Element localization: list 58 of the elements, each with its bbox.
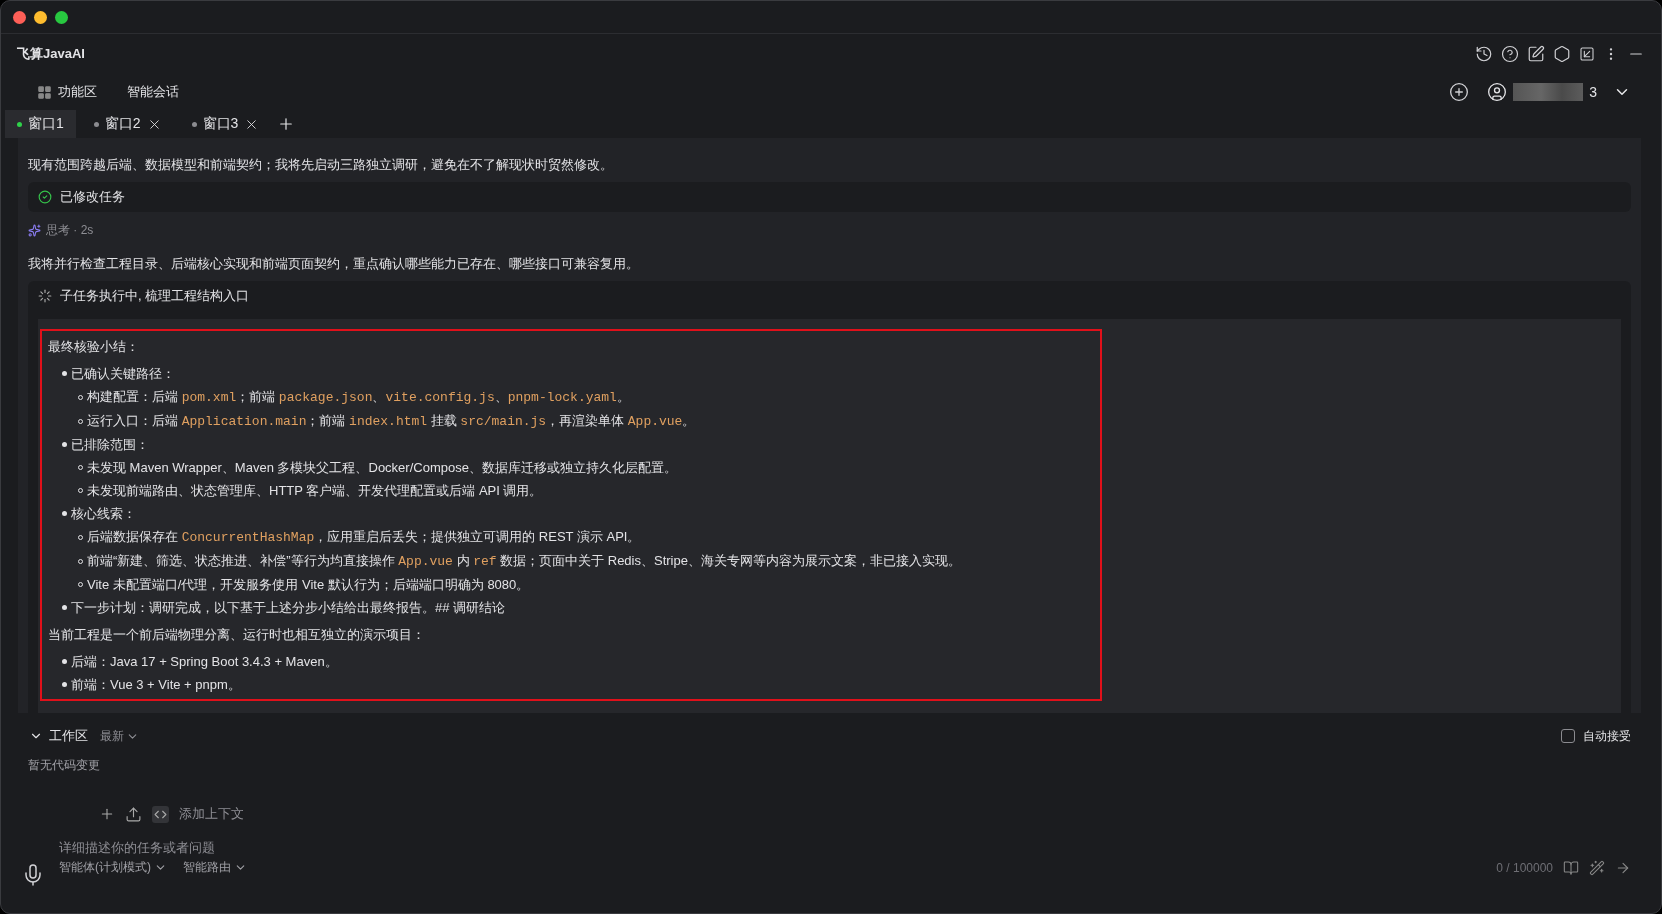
code-icon[interactable] <box>152 805 169 823</box>
history-icon[interactable] <box>1475 45 1493 63</box>
upload-icon[interactable] <box>125 805 142 823</box>
list-text: 运行入口：后端 Application.main；前端 index.html 挂载 src/main.js，再渲染单体 App.vue。 <box>87 412 696 431</box>
settings-icon[interactable] <box>1553 45 1571 63</box>
help-icon[interactable] <box>1501 45 1519 63</box>
message-text: 我将并行检查工程目录、后端核心实现和前端页面契约，重点确认哪些能力已存在、哪些接口可兼容复用。 <box>28 255 640 273</box>
subtask-title: 子任务执行中, 梳理工程结构入口 <box>60 287 250 305</box>
zoom-button[interactable] <box>55 10 68 24</box>
list-text: 核心线索： <box>71 505 136 523</box>
list-text: 未发现前端路由、状态管理库、HTTP 客户端、开发代理配置或后端 API 调用。 <box>87 482 543 500</box>
route-select[interactable]: 智能路由 <box>183 859 247 876</box>
sparkle-icon <box>28 224 41 237</box>
edit-icon[interactable] <box>1527 45 1545 63</box>
bullet-icon <box>62 659 67 664</box>
report-heading: 最终核验小结： <box>48 338 140 356</box>
workspace-toggle[interactable]: 工作区 最新 <box>29 727 139 745</box>
list-text: 前端：Vue 3 + Vite + pnpm。 <box>71 676 241 694</box>
minimize-button[interactable] <box>34 10 47 24</box>
app-title: 飞算JavaAI <box>17 45 85 63</box>
list-text: 下一步计划：调研完成，以下基于上述分步小结给出最终报告。## 调研结论 <box>71 599 506 617</box>
bullet-icon <box>62 371 67 376</box>
window-tab[interactable]: 窗口3 <box>179 110 272 138</box>
window-tab[interactable]: 窗口2 <box>81 110 174 138</box>
bullet-icon <box>62 682 67 687</box>
list-text: 后端：Java 17 + Spring Boot 3.4.3 + Maven。 <box>71 653 338 671</box>
context-label[interactable]: 添加上下文 <box>179 805 244 823</box>
window-tab[interactable]: 窗口1 <box>5 110 76 138</box>
list-text: 未发现 Maven Wrapper、Maven 多模块父工程、Docker/Compose、数据库迁移或独立持久化层配置。 <box>87 459 677 477</box>
list-text: 后端数据保存在 ConcurrentHashMap，应用重启后丢失；提供独立可调用的 REST 演示 API。 <box>87 528 641 547</box>
nav-item[interactable]: 功能区 <box>37 83 97 101</box>
empty-message: 暂无代码变更 <box>27 757 101 774</box>
mode-select[interactable]: 智能体(计划模式) <box>59 859 167 876</box>
collapse-icon[interactable] <box>1579 46 1595 62</box>
list-text: 构建配置：后端 pom.xml；前端 package.json、vite.config.js、pnpm-lock.yaml。 <box>87 388 630 407</box>
report-paragraph: 当前工程是一个前后端物理分离、运行时也相互独立的演示项目： <box>48 626 426 644</box>
bullet-icon <box>62 442 67 447</box>
thinking-label: 思考 · 2s <box>46 222 94 239</box>
add-icon[interactable] <box>1449 82 1470 102</box>
list-text: 前端“新建、筛选、状态推进、补偿”等行为均直接操作 App.vue 内 ref 数据；页面中关于 Redis、Stripe、海关专网等内容为展示文案，非已接入实现。 <box>87 552 961 571</box>
close-button[interactable] <box>13 10 26 24</box>
checkbox-label: 自动接受 <box>1583 727 1631 745</box>
nav-item[interactable]: 智能会话 <box>127 83 179 101</box>
list-text: 已确认关键路径： <box>71 365 175 383</box>
prompt-field[interactable]: 详细描述你的任务或者问题 <box>59 836 1631 859</box>
list-text: 已排除范围： <box>71 436 149 454</box>
char-counter: 0 / 100000 <box>1496 860 1553 875</box>
message-text: 现有范围跨越后端、数据模型和前端契约；我将先启动三路独立调研，避免在不了解现状时贸然修改。 <box>28 156 614 174</box>
magic-wand-icon[interactable] <box>1589 859 1605 876</box>
checkbox[interactable] <box>1561 729 1575 743</box>
bullet-icon <box>62 605 67 610</box>
user-icon <box>1487 82 1508 102</box>
grid-icon <box>37 84 52 100</box>
user-menu[interactable]: 3 <box>1487 82 1631 102</box>
bullet-icon <box>62 511 67 516</box>
book-icon[interactable] <box>1563 859 1579 876</box>
list-text: Vite 未配置端口/代理，开发服务使用 Vite 默认行为；后端端口明确为 8080。 <box>87 576 530 594</box>
status-text: 已修改任务 <box>60 188 125 206</box>
